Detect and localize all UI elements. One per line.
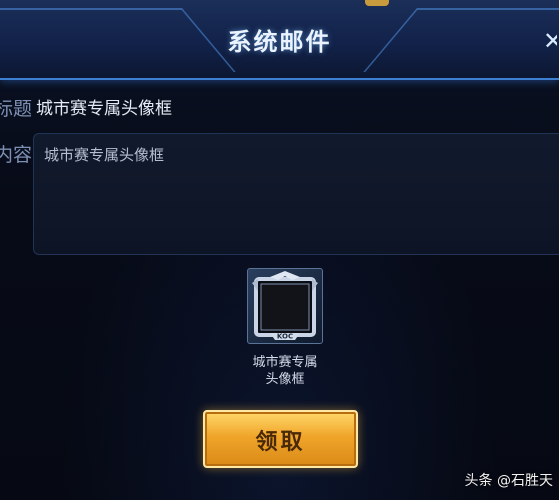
content-label: 内容 [0, 144, 33, 166]
watermark-text: 头条 @石胜天 [464, 473, 553, 489]
avatar-frame-badge: KOC [277, 333, 293, 341]
attachment-name-line1: 城市赛专属 [252, 355, 318, 370]
subject-value: 城市赛专属头像框 [36, 99, 172, 119]
system-mail-dialog: 系统邮件 ✕ 标题 城市赛专属头像框 内容 城市赛专属头像框 KOC 城市赛专属… [0, 0, 559, 500]
mail-content-box: 城市赛专属头像框 [33, 133, 559, 255]
attachment-name: 城市赛专属 头像框 [220, 354, 350, 388]
claim-button[interactable]: 领取 [203, 410, 358, 468]
claim-button-label: 领取 [255, 430, 306, 455]
attachment-avatar-frame[interactable]: KOC [247, 268, 323, 344]
attachment-name-line2: 头像框 [265, 372, 305, 387]
dialog-title: 系统邮件 [227, 28, 332, 56]
subject-label: 标题 [0, 98, 33, 120]
dialog-header: 系统邮件 ✕ [0, 0, 559, 80]
close-icon[interactable]: ✕ [543, 26, 557, 56]
avatar-frame-icon: KOC [252, 271, 318, 341]
header-gold-accent [365, 0, 389, 6]
mail-content-text: 城市赛专属头像框 [44, 146, 165, 164]
